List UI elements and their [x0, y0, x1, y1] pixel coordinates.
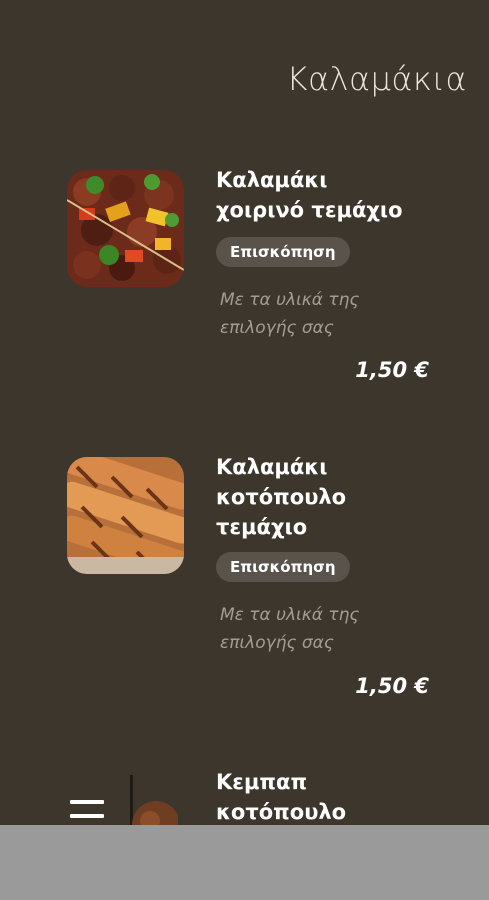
- pork-skewer-image[interactable]: [67, 170, 184, 287]
- item-name: Κεμπαπ κοτόπουλο: [216, 767, 466, 827]
- item-name-line: Καλαμάκι: [216, 455, 328, 479]
- item-description-line: επιλογής σας: [220, 633, 334, 653]
- menu-bar: [70, 814, 104, 818]
- chicken-skewer-image[interactable]: [67, 457, 184, 574]
- item-description-line: Με τα υλικά της: [220, 605, 360, 625]
- kebab-icon: [130, 775, 178, 830]
- item-description-line: Με τα υλικά της: [220, 290, 360, 310]
- kebab-image[interactable]: [128, 775, 178, 830]
- chicken-skewer-icon: [67, 457, 184, 574]
- item-name-line: κοτόπουλο: [216, 800, 347, 824]
- item-price: 1,50 €: [355, 358, 429, 382]
- preview-button[interactable]: Επισκόπηση: [216, 552, 350, 582]
- item-name-line: τεμάχιο: [216, 515, 308, 539]
- item-name-line: Καλαμάκι: [216, 168, 328, 192]
- item-name: Καλαμάκι κοτόπουλο τεμάχιο: [216, 452, 466, 542]
- pork-skewer-icon: [67, 170, 184, 287]
- item-price: 1,50 €: [355, 674, 429, 698]
- item-name-line: Κεμπαπ: [216, 770, 308, 794]
- item-name: Καλαμάκι χοιρινό τεμάχιο: [216, 165, 466, 225]
- bottom-bar: [0, 825, 489, 900]
- item-name-line: κοτόπουλο: [216, 485, 347, 509]
- menu-bar: [70, 800, 104, 804]
- item-description: Με τα υλικά της επιλογής σας: [220, 286, 420, 342]
- item-name-line: χοιρινό τεμάχιο: [216, 198, 403, 222]
- page-title: Καλαμάκια: [286, 60, 467, 98]
- preview-button[interactable]: Επισκόπηση: [216, 237, 350, 267]
- item-description: Με τα υλικά της επιλογής σας: [220, 601, 420, 657]
- item-description-line: επιλογής σας: [220, 318, 334, 338]
